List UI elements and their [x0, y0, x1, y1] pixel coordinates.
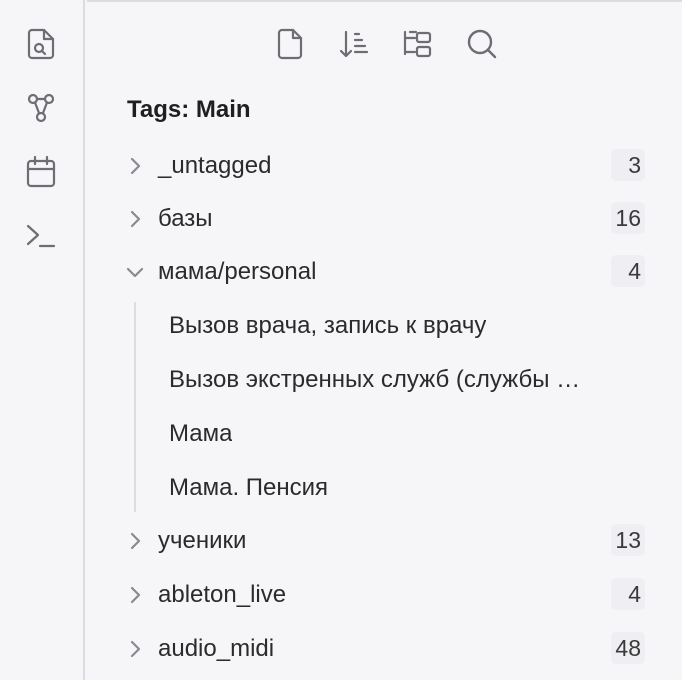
new-note-icon[interactable]: [269, 23, 311, 65]
tag-row[interactable]: базы 16: [87, 197, 682, 241]
note-item[interactable]: Вызов экстренных служб (службы …: [169, 358, 649, 402]
sort-icon[interactable]: [333, 23, 375, 65]
note-title: Мама. Пенсия: [169, 474, 329, 501]
tag-label: ученики: [158, 527, 247, 554]
search-icon[interactable]: [461, 23, 503, 65]
tag-label: audio_midi: [158, 635, 275, 662]
note-item[interactable]: Мама: [169, 412, 649, 456]
calendar-icon[interactable]: [20, 151, 62, 193]
tag-count-badge: 4: [611, 255, 645, 287]
chevron-right-icon: [130, 210, 141, 228]
tag-row[interactable]: _untagged 3: [87, 144, 682, 188]
graph-icon[interactable]: [20, 87, 62, 129]
tag-label: мама/personal: [158, 258, 317, 285]
tag-count-badge: 4: [611, 578, 645, 610]
note-item[interactable]: Мама. Пенсия: [169, 466, 649, 510]
chevron-right-icon: [130, 586, 141, 604]
tag-count-badge: 3: [611, 149, 645, 181]
tag-label: _untagged: [158, 152, 272, 179]
note-title: Вызов врача, запись к врачу: [169, 312, 487, 339]
file-search-icon[interactable]: [20, 23, 62, 65]
tag-count-badge: 48: [611, 632, 645, 664]
indent-guide: [134, 302, 136, 512]
tag-label: ableton_live: [158, 581, 287, 608]
left-ribbon: [0, 0, 85, 680]
tag-row[interactable]: мама/personal 4: [87, 250, 682, 294]
chevron-right-icon: [130, 532, 141, 550]
top-divider: [87, 0, 682, 2]
note-title: Мама: [169, 420, 233, 447]
collapse-tree-icon[interactable]: [397, 23, 439, 65]
tag-row[interactable]: ученики 13: [87, 519, 682, 563]
note-item[interactable]: Вызов врача, запись к врачу: [169, 304, 649, 348]
note-title: Вызов экстренных служб (службы …: [169, 366, 581, 393]
tag-label: базы: [158, 205, 213, 232]
terminal-icon[interactable]: [20, 215, 62, 257]
tag-count-badge: 16: [611, 202, 645, 234]
chevron-down-icon: [126, 267, 144, 278]
chevron-right-icon: [130, 640, 141, 658]
chevron-right-icon: [130, 157, 141, 175]
tag-count-badge: 13: [611, 524, 645, 556]
tag-row[interactable]: audio_midi 48: [87, 627, 682, 671]
tag-row[interactable]: ableton_live 4: [87, 573, 682, 617]
pane-title: Tags: Main: [127, 96, 251, 123]
tag-pane: Tags: Main _untagged 3 базы 16 мама/pers…: [87, 0, 682, 680]
